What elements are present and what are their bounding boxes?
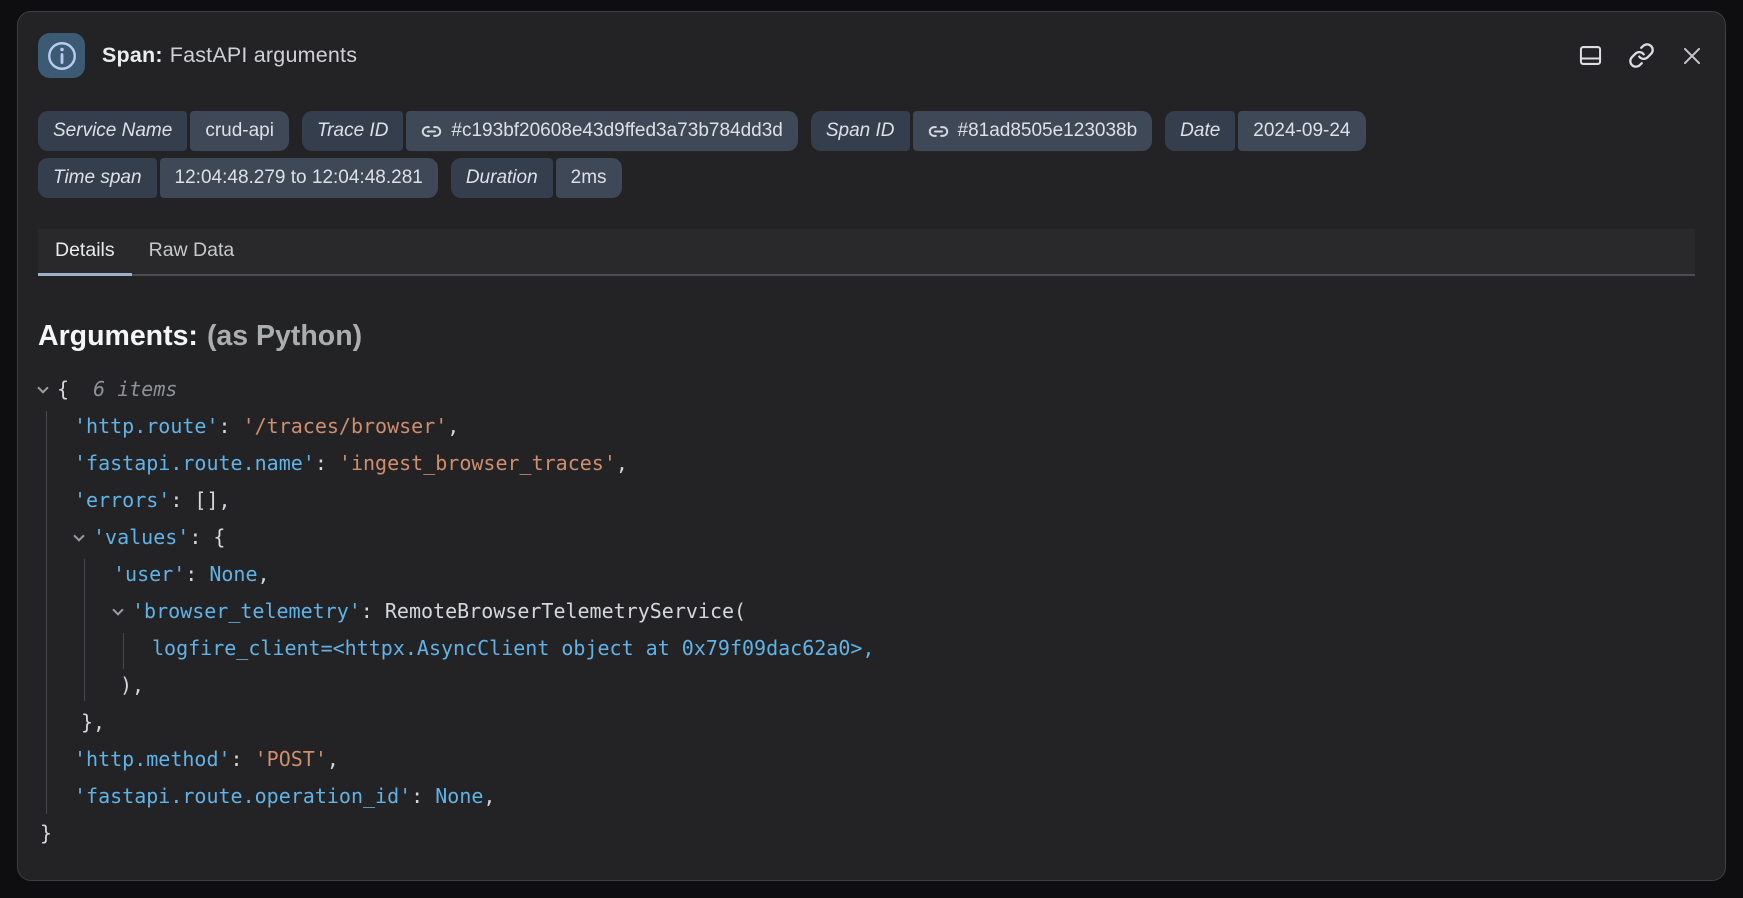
badge-label: Date — [1165, 111, 1235, 151]
chevron-down-icon[interactable] — [112, 604, 123, 615]
code-line: logfire_client=<httpx.AsyncClient object… — [38, 630, 1705, 667]
code-line: 'http.route': '/traces/browser', — [38, 408, 1705, 445]
badge-value: 2ms — [556, 158, 622, 198]
span-attribute-badge[interactable]: Span ID#81ad8505e123038b — [811, 111, 1152, 151]
arguments-heading-title: Arguments: — [38, 320, 198, 352]
arguments-heading: Arguments: (as Python) — [38, 320, 1705, 353]
code-line: 'errors': [], — [38, 482, 1705, 519]
code-token: logfire_client=<httpx.AsyncClient object… — [152, 636, 874, 660]
code-token: '/traces/browser' — [243, 414, 448, 438]
code-token: 'values' — [93, 525, 189, 549]
link-icon[interactable] — [1628, 42, 1655, 69]
code-tree: { 6 items'http.route': '/traces/browser'… — [38, 371, 1705, 852]
code-token: : RemoteBrowserTelemetryService( — [361, 599, 746, 623]
code-token: 'errors' — [74, 488, 170, 512]
code-token: }, — [81, 710, 105, 734]
code-token: , — [258, 562, 270, 586]
dock-panel-icon[interactable] — [1577, 42, 1604, 69]
code-line: 'http.method': 'POST', — [38, 741, 1705, 778]
code-token: 6 items — [93, 377, 177, 401]
close-icon[interactable] — [1679, 43, 1705, 69]
code-line: 'fastapi.route.operation_id': None, — [38, 778, 1705, 815]
code-token: , — [483, 784, 495, 808]
code-line: 'values': { — [38, 519, 1705, 556]
span-attribute-badge[interactable]: Trace ID#c193bf20608e43d9ffed3a73b784dd3… — [302, 111, 798, 151]
badge-label: Time span — [38, 158, 157, 198]
span-attribute-badge: Service Namecrud-api — [38, 111, 289, 151]
badge-value: 2024-09-24 — [1238, 111, 1365, 151]
tab-details[interactable]: Details — [38, 229, 132, 274]
code-token: None — [435, 784, 483, 808]
code-token: ), — [120, 673, 144, 697]
arguments-heading-subtitle: (as Python) — [207, 320, 362, 352]
code-token: { — [57, 377, 93, 401]
span-title-value: FastAPI arguments — [170, 43, 357, 67]
code-line: } — [38, 815, 1705, 852]
code-token: 'http.method' — [74, 747, 231, 771]
badge-label: Duration — [451, 158, 553, 198]
code-token: : — [315, 451, 339, 475]
code-token: , — [327, 747, 339, 771]
badge-label: Span ID — [811, 111, 910, 151]
span-attribute-badge: Duration2ms — [451, 158, 622, 198]
code-token: 'POST' — [255, 747, 327, 771]
span-attribute-badges: Service Namecrud-api Trace ID#c193bf20608… — [38, 111, 1705, 198]
link-icon — [928, 121, 949, 142]
span-attribute-badge: Date2024-09-24 — [1165, 111, 1365, 151]
code-line: { 6 items — [38, 371, 1705, 408]
code-line: ), — [38, 667, 1705, 704]
code-token: , — [616, 451, 628, 475]
tab-raw-data[interactable]: Raw Data — [132, 229, 252, 274]
code-token: : — [185, 562, 209, 586]
badge-value: crud-api — [190, 111, 289, 151]
badge-label: Trace ID — [302, 111, 403, 151]
code-line: 'fastapi.route.name': 'ingest_browser_tr… — [38, 445, 1705, 482]
badge-row: Service Namecrud-api Trace ID#c193bf20608… — [38, 111, 1705, 151]
code-token: : [], — [170, 488, 230, 512]
code-token: 'ingest_browser_traces' — [339, 451, 616, 475]
badge-value[interactable]: #c193bf20608e43d9ffed3a73b784dd3d — [406, 111, 797, 151]
chevron-down-icon[interactable] — [37, 382, 48, 393]
page-title: Span: FastAPI arguments — [102, 43, 357, 68]
panel-header: Span: FastAPI arguments — [38, 33, 1705, 78]
badge-row: Time span12:04:48.279 to 12:04:48.281 Dur… — [38, 158, 1705, 198]
header-actions — [1577, 42, 1705, 69]
indent-guide — [46, 411, 47, 814]
link-icon — [421, 121, 442, 142]
code-token: } — [40, 821, 52, 845]
badge-label: Service Name — [38, 111, 187, 151]
span-title-label: Span: — [102, 43, 163, 67]
info-icon — [38, 33, 85, 78]
code-token: None — [209, 562, 257, 586]
code-line: 'browser_telemetry': RemoteBrowserTeleme… — [38, 593, 1705, 630]
code-token: 'browser_telemetry' — [132, 599, 361, 623]
code-token: 'http.route' — [74, 414, 219, 438]
span-attribute-badge: Time span12:04:48.279 to 12:04:48.281 — [38, 158, 438, 198]
code-line: }, — [38, 704, 1705, 741]
code-token: , — [447, 414, 459, 438]
code-line: 'user': None, — [38, 556, 1705, 593]
badge-value: 12:04:48.279 to 12:04:48.281 — [160, 158, 438, 198]
code-token: 'user' — [113, 562, 185, 586]
tab-bar: Details Raw Data — [38, 229, 1695, 276]
span-detail-panel: Span:FastAPI arguments Se — [17, 11, 1726, 881]
code-token: : { — [189, 525, 225, 549]
code-token: 'fastapi.route.operation_id' — [74, 784, 411, 808]
code-token: 'fastapi.route.name' — [74, 451, 315, 475]
badge-value[interactable]: #81ad8505e123038b — [913, 111, 1153, 151]
code-token: : — [219, 414, 243, 438]
chevron-down-icon[interactable] — [73, 530, 84, 541]
indent-guide — [123, 633, 124, 669]
code-token: : — [231, 747, 255, 771]
code-token: : — [411, 784, 435, 808]
indent-guide — [84, 559, 85, 701]
